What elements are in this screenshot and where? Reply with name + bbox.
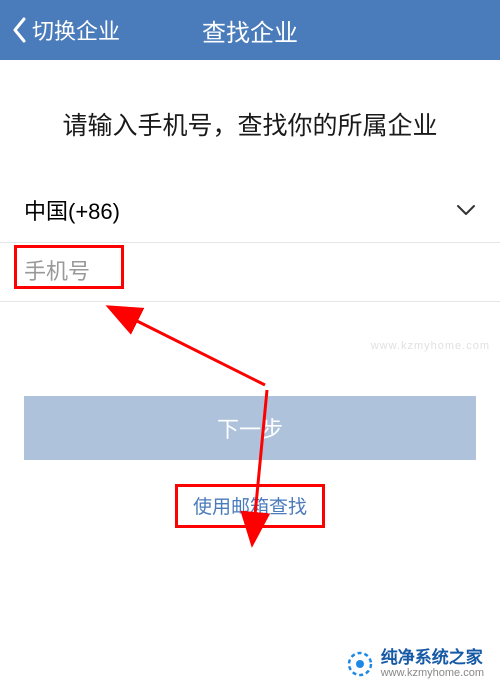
page-title: 查找企业 xyxy=(202,13,298,48)
email-search-link[interactable]: 使用邮箱查找 xyxy=(181,484,319,527)
watermark-text: www.kzmyhome.com xyxy=(371,340,490,352)
back-label: 切换企业 xyxy=(32,14,120,46)
phone-input-wrapper xyxy=(0,243,500,302)
footer-brand: 纯净系统之家 xyxy=(381,649,484,668)
country-selector[interactable]: 中国(+86) xyxy=(0,178,500,243)
chevron-left-icon xyxy=(12,17,28,43)
footer-logo-icon xyxy=(347,651,373,677)
country-label: 中国(+86) xyxy=(24,194,120,226)
navigation-header: 切换企业 查找企业 xyxy=(0,0,500,60)
footer-url: www.kzmyhome.com xyxy=(381,667,484,679)
email-search-wrapper: 使用邮箱查找 xyxy=(0,484,500,527)
back-button[interactable]: 切换企业 xyxy=(12,14,120,46)
instruction-text: 请输入手机号，查找你的所属企业 xyxy=(0,60,500,178)
next-button[interactable]: 下一步 xyxy=(24,396,476,460)
phone-input[interactable] xyxy=(12,247,488,297)
footer-watermark: 纯净系统之家 www.kzmyhome.com xyxy=(0,640,500,688)
footer-text-block: 纯净系统之家 www.kzmyhome.com xyxy=(381,649,484,680)
chevron-down-icon xyxy=(456,204,476,216)
